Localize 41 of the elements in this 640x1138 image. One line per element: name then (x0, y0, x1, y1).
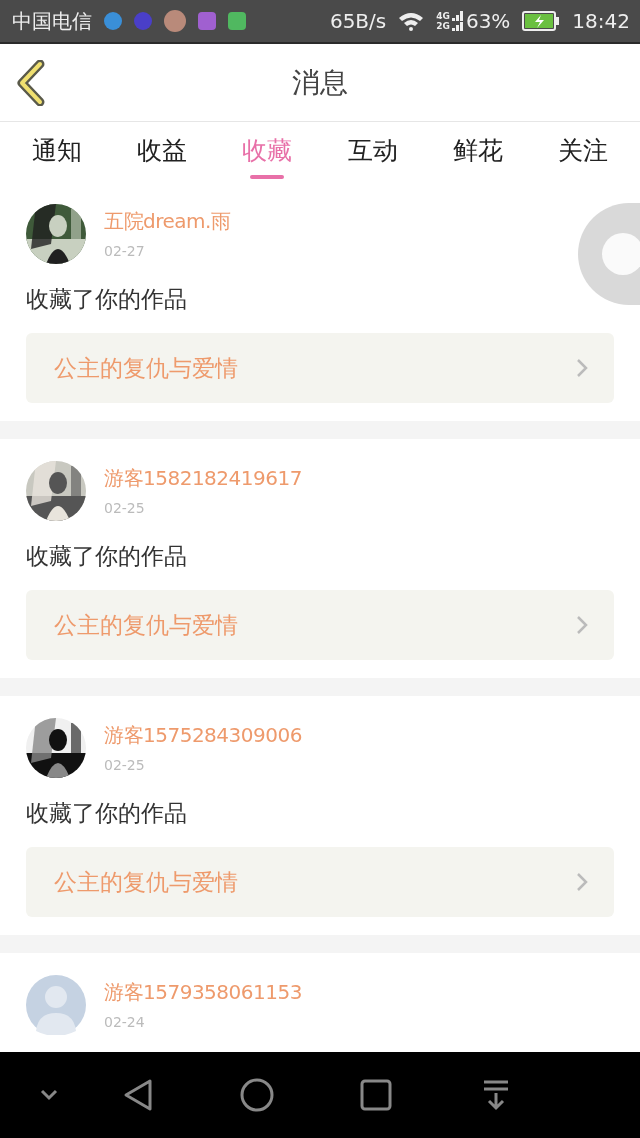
chevron-right-icon (576, 615, 588, 635)
battery-percent: 63% (465, 9, 511, 33)
wifi-icon (398, 11, 425, 31)
page-title: 消息 (292, 64, 348, 101)
work-link[interactable]: 公主的复仇与爱情 (26, 333, 614, 403)
home-button[interactable] (240, 1078, 274, 1112)
tab[interactable]: 鲜花 (446, 122, 509, 182)
user-name[interactable]: 游客1575284309006 (104, 722, 302, 749)
tab[interactable]: 收益 (131, 122, 194, 182)
user-name[interactable]: 游客1582182419617 (104, 465, 302, 492)
user-name[interactable]: 五院dream.雨 (104, 208, 231, 235)
notification-drawer-button[interactable] (482, 1079, 510, 1111)
tab[interactable]: 关注 (551, 122, 614, 182)
notification-icon (134, 12, 152, 30)
message-text: 收藏了你的作品 (26, 285, 188, 314)
message-text: 收藏了你的作品 (26, 542, 188, 571)
message-date: 02-25 (104, 757, 146, 773)
chevron-right-icon (576, 358, 588, 378)
tab[interactable]: 互动 (341, 122, 404, 182)
recents-button[interactable] (360, 1079, 392, 1111)
carrier-name: 中国电信 (12, 7, 92, 35)
network-type: 4G (436, 11, 450, 21)
work-link[interactable]: 公主的复仇与爱情 (26, 590, 614, 660)
battery-icon (522, 11, 561, 31)
collapse-button[interactable] (40, 1089, 58, 1101)
signal-icon (451, 10, 464, 32)
tab[interactable]: 通知 (26, 122, 88, 182)
chevron-right-icon (576, 872, 588, 892)
message-text: 收藏了你的作品 (26, 799, 188, 828)
user-name[interactable]: 游客1579358061153 (104, 979, 302, 1006)
network-speed: 65B/s (329, 9, 387, 33)
back-nav-button[interactable] (122, 1078, 154, 1112)
clock: 18:42 (572, 9, 630, 33)
message-date: 02-27 (104, 243, 146, 259)
work-link[interactable]: 公主的复仇与爱情 (26, 847, 614, 917)
avatar-silhouette-icon (26, 975, 86, 1035)
tab[interactable]: 收藏 (236, 122, 299, 182)
message-date: 02-24 (104, 1014, 146, 1030)
notification-icon (104, 12, 122, 30)
network-type: 2G (436, 21, 450, 31)
message-date: 02-25 (104, 500, 146, 516)
